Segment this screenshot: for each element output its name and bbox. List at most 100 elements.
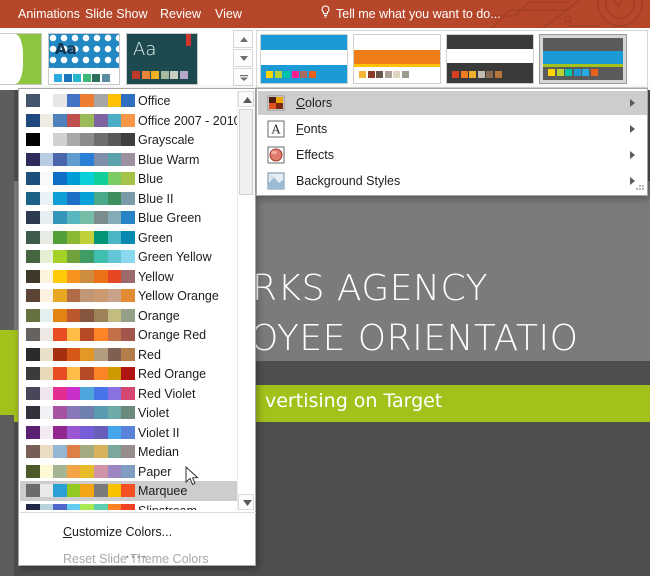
- dropdown-grip[interactable]: ••••: [19, 554, 255, 565]
- color-swatch: [40, 250, 54, 263]
- color-theme-row[interactable]: Violet: [20, 403, 238, 423]
- submenu-item-fonts[interactable]: A Fonts: [258, 117, 647, 141]
- color-theme-row[interactable]: Office 2007 - 2010: [20, 111, 238, 131]
- color-swatch: [94, 211, 108, 224]
- color-swatch: [67, 133, 81, 146]
- color-swatch: [26, 484, 40, 497]
- color-swatch-strip: [26, 133, 135, 146]
- color-theme-row[interactable]: Green Yellow: [20, 247, 238, 267]
- color-swatch: [108, 445, 122, 458]
- color-theme-label: Green: [138, 229, 173, 247]
- color-theme-row[interactable]: Median: [20, 442, 238, 462]
- color-swatch: [108, 114, 122, 127]
- color-theme-label: Violet II: [138, 424, 179, 442]
- color-swatch: [121, 426, 135, 439]
- themes-gallery[interactable]: Aa Aa: [0, 29, 232, 89]
- color-theme-row[interactable]: Red Orange: [20, 364, 238, 384]
- variant-dark[interactable]: [446, 34, 534, 84]
- color-theme-row[interactable]: Slipstream: [20, 501, 238, 511]
- color-swatch: [94, 153, 108, 166]
- color-swatch: [40, 348, 54, 361]
- color-theme-row[interactable]: Orange: [20, 306, 238, 326]
- color-swatch: [108, 367, 122, 380]
- submenu-resize-grip[interactable]: [634, 183, 644, 193]
- tab-review[interactable]: Review: [150, 0, 211, 28]
- color-theme-label: Office: [138, 92, 170, 110]
- color-swatch: [26, 231, 40, 244]
- variant-orange[interactable]: [353, 34, 441, 84]
- color-swatch: [53, 250, 67, 263]
- color-swatch: [67, 348, 81, 361]
- color-swatch: [121, 153, 135, 166]
- color-swatch: [80, 309, 94, 322]
- color-swatch: [26, 328, 40, 341]
- variant-gray-blue[interactable]: [539, 34, 627, 84]
- color-swatch: [53, 504, 67, 511]
- themes-scroll-buttons[interactable]: [233, 30, 253, 87]
- color-swatch: [40, 426, 54, 439]
- scrollbar-thumb[interactable]: [239, 109, 253, 195]
- color-swatch: [94, 426, 108, 439]
- color-theme-row[interactable]: Yellow Orange: [20, 286, 238, 306]
- theme-thumb-blue-pattern[interactable]: Aa: [48, 33, 120, 85]
- color-swatch-strip: [26, 192, 135, 205]
- theme-thumb-dark-teal[interactable]: Aa: [126, 33, 198, 85]
- color-swatch: [94, 250, 108, 263]
- color-theme-row[interactable]: Green: [20, 228, 238, 248]
- color-theme-row[interactable]: Blue II: [20, 189, 238, 209]
- themes-scroll-up-button[interactable]: [233, 30, 253, 48]
- color-swatch: [26, 172, 40, 185]
- color-swatch: [94, 445, 108, 458]
- color-theme-row[interactable]: Yellow: [20, 267, 238, 287]
- theme-colors-list[interactable]: OfficeOffice 2007 - 2010GrayscaleBlue Wa…: [20, 91, 238, 510]
- themes-scroll-down-button[interactable]: [233, 49, 253, 67]
- themes-more-button[interactable]: [233, 68, 253, 86]
- color-theme-row[interactable]: Paper: [20, 462, 238, 482]
- color-theme-label: Yellow Orange: [138, 287, 219, 305]
- color-swatch: [108, 504, 122, 511]
- color-theme-label: Grayscale: [138, 131, 194, 149]
- customize-colors-button[interactable]: Customize Colors...: [20, 519, 256, 545]
- color-swatch: [94, 94, 108, 107]
- scroll-up-button[interactable]: [238, 91, 254, 107]
- color-swatch: [108, 426, 122, 439]
- color-swatch: [108, 387, 122, 400]
- color-swatch: [94, 465, 108, 478]
- color-theme-row[interactable]: Blue: [20, 169, 238, 189]
- tell-me-search-box[interactable]: Tell me what you want to do...: [320, 0, 501, 28]
- ribbon-tab-bar: Animations Slide Show Review View Tell m…: [0, 0, 650, 28]
- color-swatch: [26, 94, 40, 107]
- color-theme-row[interactable]: Blue Warm: [20, 150, 238, 170]
- tab-slide-show[interactable]: Slide Show: [75, 0, 158, 28]
- theme-thumb-green-wave[interactable]: [0, 33, 42, 85]
- color-swatch: [94, 328, 108, 341]
- color-theme-row[interactable]: Grayscale: [20, 130, 238, 150]
- theme-colors-dropdown[interactable]: OfficeOffice 2007 - 2010GrayscaleBlue Wa…: [18, 88, 256, 566]
- color-swatch: [26, 133, 40, 146]
- theme-variants-submenu[interactable]: Colors A Fonts Effects Background Styles: [256, 88, 648, 196]
- color-theme-row[interactable]: Blue Green: [20, 208, 238, 228]
- color-swatch: [67, 211, 81, 224]
- scroll-down-button[interactable]: [238, 494, 254, 510]
- submenu-item-background-styles[interactable]: Background Styles: [258, 169, 647, 193]
- color-theme-row[interactable]: Violet II: [20, 423, 238, 443]
- color-theme-row[interactable]: Marquee: [20, 481, 238, 501]
- variant-blue[interactable]: [260, 34, 348, 84]
- color-swatch: [121, 133, 135, 146]
- color-swatch: [121, 387, 135, 400]
- color-swatch: [108, 328, 122, 341]
- color-theme-row[interactable]: Red: [20, 345, 238, 365]
- color-swatch: [121, 367, 135, 380]
- submenu-item-effects[interactable]: Effects: [258, 143, 647, 167]
- color-theme-row[interactable]: Office: [20, 91, 238, 111]
- submenu-item-colors[interactable]: Colors: [258, 91, 647, 115]
- color-theme-row[interactable]: Orange Red: [20, 325, 238, 345]
- color-swatch: [108, 348, 122, 361]
- tab-view[interactable]: View: [205, 0, 252, 28]
- color-swatch: [26, 192, 40, 205]
- variants-gallery[interactable]: [256, 30, 648, 88]
- color-theme-row[interactable]: Red Violet: [20, 384, 238, 404]
- color-swatch: [53, 289, 67, 302]
- color-swatch: [80, 114, 94, 127]
- theme-colors-scrollbar[interactable]: [237, 91, 254, 510]
